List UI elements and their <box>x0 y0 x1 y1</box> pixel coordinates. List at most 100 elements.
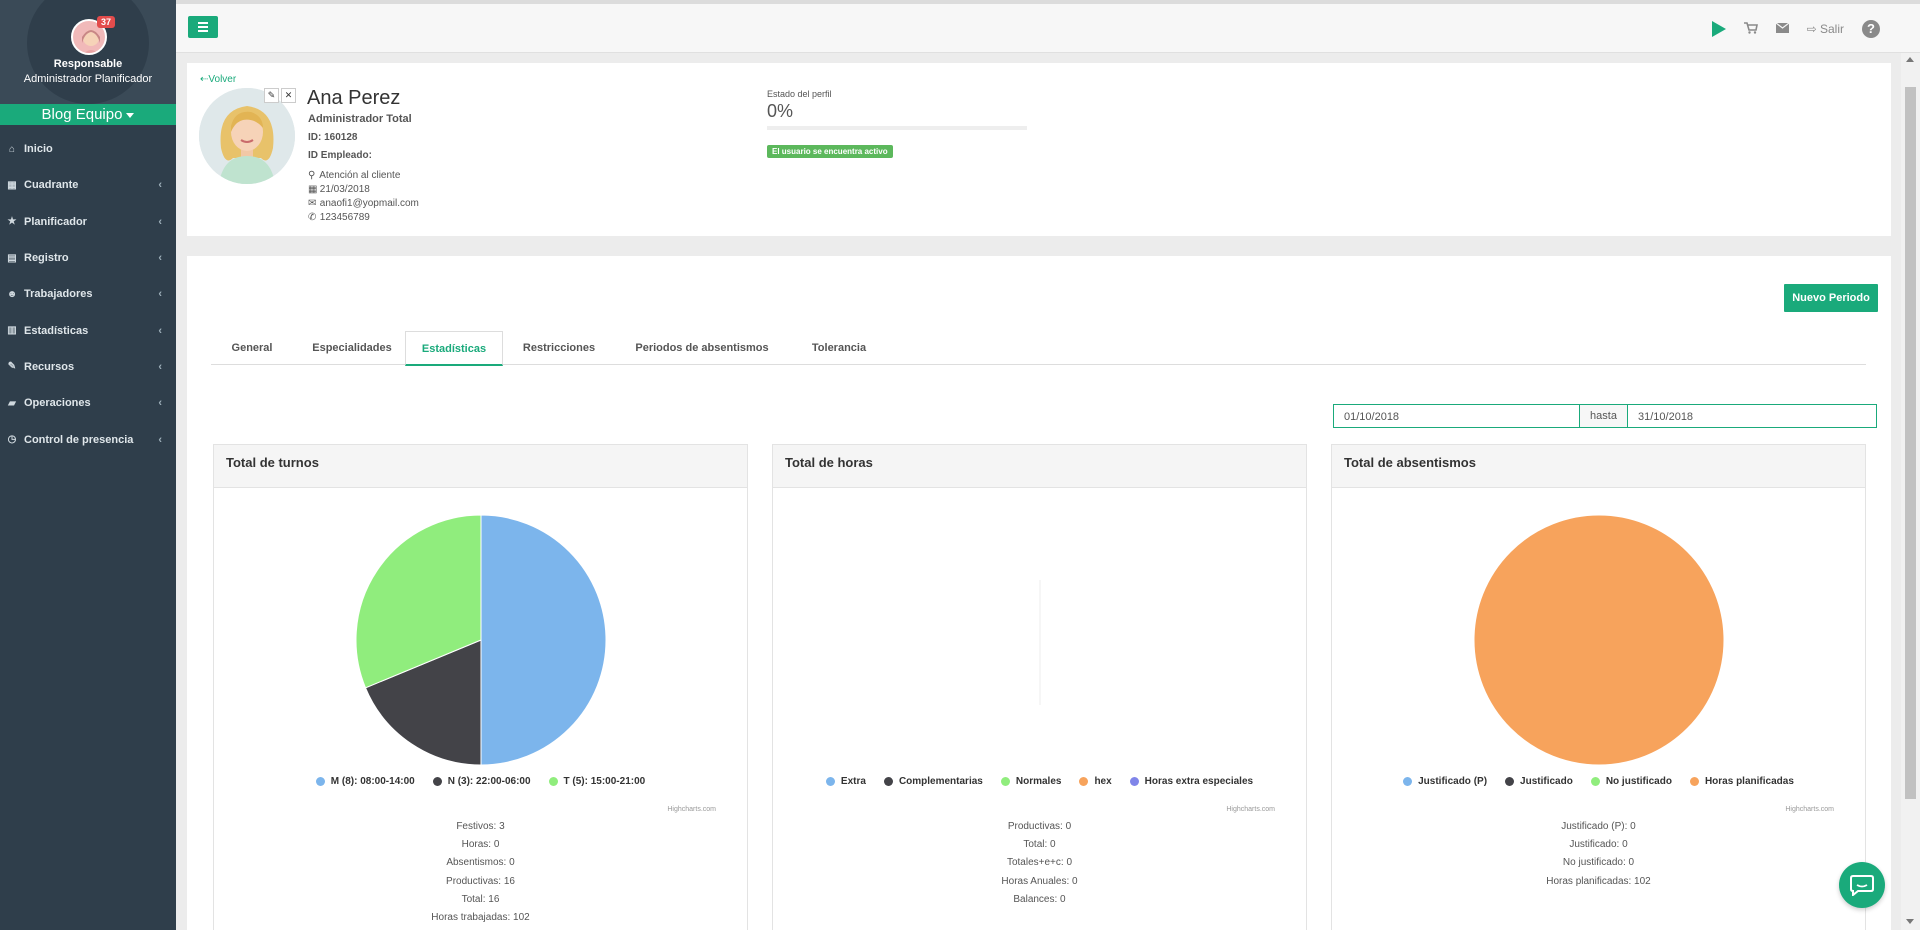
chevron-left-icon: ‹ <box>158 215 162 228</box>
legend-label: T (5): 15:00-21:00 <box>563 776 646 787</box>
legend-item[interactable]: hex <box>1079 776 1112 787</box>
sidebar-item-label: Cuadrante <box>24 179 79 192</box>
stats-list: Justificado (P): 0 Justificado: 0 No jus… <box>1332 818 1865 891</box>
sidebar-item-inicio[interactable]: ⌂ Inicio <box>0 131 176 167</box>
sidebar-item-recursos[interactable]: ✎ Recursos ‹ <box>0 349 176 385</box>
home-icon: ⌂ <box>8 143 16 155</box>
help-icon[interactable]: ? <box>1862 20 1880 38</box>
team-label: Blog Equipo <box>41 106 123 123</box>
chevron-left-icon: ‹ <box>158 324 162 337</box>
sidebar-item-label: Estadísticas <box>24 324 89 337</box>
profile-phone: ✆ 123456789 <box>308 212 370 223</box>
legend-item[interactable]: Extra <box>825 776 866 787</box>
legend-label: hex <box>1094 776 1112 787</box>
chevron-left-icon: ‹ <box>158 252 162 265</box>
edit-icon[interactable]: ✎ <box>264 88 279 103</box>
sidebar-item-registro[interactable]: ▤ Registro ‹ <box>0 240 176 276</box>
legend-dot <box>1590 777 1600 786</box>
pie-slice[interactable] <box>1473 514 1725 766</box>
stat-item: Justificado: 0 <box>1569 839 1628 851</box>
date-separator: hasta <box>1580 405 1628 427</box>
user-role: Responsable <box>53 58 123 70</box>
calendar-icon: ▦ <box>7 179 17 191</box>
stat-item: Total: 16 <box>461 893 500 905</box>
legend-label: Complementarias <box>898 776 983 787</box>
sidebar-item-estadisticas[interactable]: ▥ Estadísticas ‹ <box>0 312 176 348</box>
legend-item[interactable]: N (3): 22:00-06:00 <box>432 776 531 787</box>
pie-slice[interactable] <box>480 514 607 766</box>
tab-estadisticas[interactable]: Estadísticas <box>405 331 503 366</box>
scrollbar-thumb[interactable] <box>1905 87 1916 799</box>
tab-especialidades[interactable]: Especialidades <box>297 331 407 365</box>
sidebar-item-trabajadores[interactable]: ☻ Trabajadores ‹ <box>0 276 176 312</box>
tab-periodos-absentismos[interactable]: Periodos de absentismos <box>617 331 787 365</box>
map-marker-icon: ⚲ <box>308 170 316 181</box>
chevron-left-icon: ‹ <box>158 397 162 410</box>
bar <box>198 30 208 32</box>
tab-general[interactable]: General <box>217 331 287 365</box>
stats-list: Festivos: 3 Horas: 0 Absentismos: 0 Prod… <box>214 818 747 927</box>
date-label: 21/03/2018 <box>319 184 370 195</box>
star-icon: ★ <box>7 216 17 228</box>
logout-button[interactable]: ⇨ Salir <box>1807 22 1844 36</box>
bar <box>198 22 208 24</box>
scroll-down-icon[interactable] <box>1906 919 1914 924</box>
sidebar-item-label: Recursos <box>24 360 75 373</box>
sidebar-item-planificador[interactable]: ★ Planificador ‹ <box>0 204 176 240</box>
legend-label: Horas extra especiales <box>1144 776 1254 787</box>
stat-item: Productivas: 16 <box>446 875 515 887</box>
scroll-up-icon[interactable] <box>1906 57 1914 62</box>
sidebar: 37 Responsable Administrador Planificado… <box>0 0 176 930</box>
new-period-button[interactable]: Nuevo Periodo <box>1784 284 1878 312</box>
stat-item: Absentismos: 0 <box>446 857 515 869</box>
legend-item[interactable]: No justificado <box>1590 776 1672 787</box>
top-bar-actions: ⇨ Salir ? <box>1711 20 1880 38</box>
tab-tolerancia[interactable]: Tolerancia <box>794 331 884 365</box>
tab-restricciones[interactable]: Restricciones <box>509 331 609 365</box>
chevron-left-icon: ‹ <box>158 288 162 301</box>
mail-icon[interactable] <box>1775 22 1789 36</box>
top-bar: ⇨ Salir ? <box>176 0 1920 53</box>
legend-item[interactable]: Justificado <box>1505 776 1573 787</box>
profile-name: Ana Perez <box>307 87 401 109</box>
clock-icon: ◷ <box>7 434 17 446</box>
legend-item[interactable]: Horas extra especiales <box>1129 776 1254 787</box>
profile-tools: ✎ ✕ <box>264 88 296 103</box>
chat-icon <box>1850 875 1874 896</box>
legend-item[interactable]: Horas planificadas <box>1689 776 1794 787</box>
caret-down-icon <box>126 112 135 118</box>
chat-button[interactable] <box>1839 862 1885 908</box>
chart-credit[interactable]: Highcharts.com <box>1226 806 1275 813</box>
chevron-left-icon: ‹ <box>158 360 162 373</box>
chart-credit[interactable]: Highcharts.com <box>1785 806 1834 813</box>
notification-badge[interactable]: 37 <box>97 16 116 28</box>
file-icon: ▤ <box>7 252 17 264</box>
legend-item[interactable]: M (8): 08:00-14:00 <box>315 776 415 787</box>
sidebar-header: 37 Responsable Administrador Planificado… <box>0 0 176 104</box>
logout-label: Salir <box>1819 22 1844 36</box>
chart-credit[interactable]: Highcharts.com <box>667 806 716 813</box>
sidebar-item-operaciones[interactable]: ▰ Operaciones ‹ <box>0 385 176 421</box>
legend-dot <box>1000 777 1010 786</box>
date-to-input[interactable]: 31/10/2018 <box>1628 405 1876 427</box>
chevron-left-icon: ‹ <box>158 179 162 192</box>
legend-item[interactable]: T (5): 15:00-21:00 <box>548 776 646 787</box>
legend-item[interactable]: Normales <box>1000 776 1061 787</box>
date-from-input[interactable]: 01/10/2018 <box>1334 405 1580 427</box>
pie-chart-turnos <box>355 514 607 766</box>
legend-item[interactable]: Complementarias <box>883 776 983 787</box>
cart-icon[interactable] <box>1743 21 1758 37</box>
close-icon[interactable]: ✕ <box>281 88 296 103</box>
menu-toggle-button[interactable] <box>188 16 218 38</box>
sidebar-item-control-presencia[interactable]: ◷ Control de presencia ‹ <box>0 421 176 457</box>
stat-item: Horas: 0 <box>461 839 500 851</box>
page-scrollbar[interactable] <box>1901 53 1920 930</box>
legend-label: Justificado (P) <box>1418 776 1488 787</box>
team-dropdown[interactable]: Blog Equipo <box>0 104 176 125</box>
sidebar-item-cuadrante[interactable]: ▦ Cuadrante ‹ <box>0 167 176 203</box>
stat-item: Total: 0 <box>1023 839 1056 851</box>
back-link[interactable]: ⇠Volver <box>200 74 236 85</box>
legend-item[interactable]: Justificado (P) <box>1403 776 1487 787</box>
play-icon[interactable] <box>1711 21 1726 37</box>
stat-item: Totales+e+c: 0 <box>1006 857 1073 869</box>
